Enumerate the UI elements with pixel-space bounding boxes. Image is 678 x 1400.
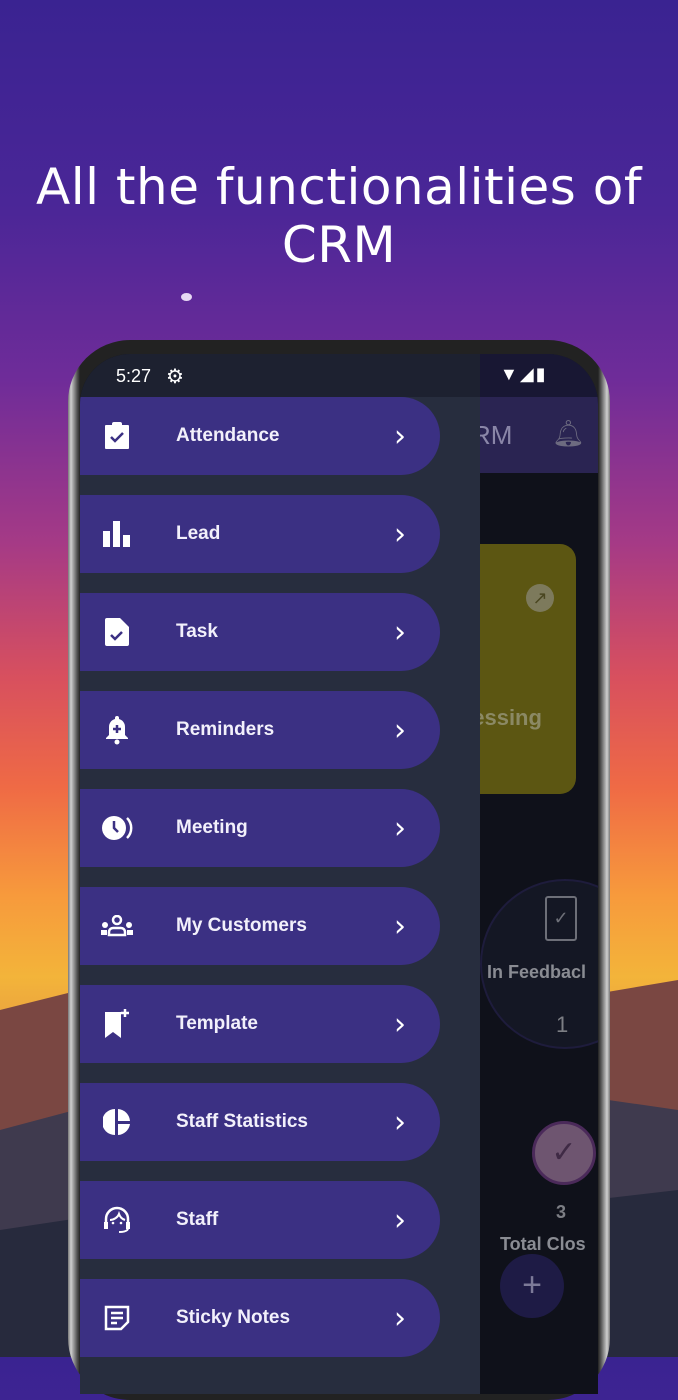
drawer-item-label: Sticky Notes (176, 1307, 291, 1328)
chevron-right-icon: › (394, 1104, 406, 1140)
drawer-item-sticky-notes[interactable]: Sticky Notes › (80, 1279, 440, 1357)
drawer-item-label: Staff (176, 1209, 219, 1230)
chevron-right-icon: › (394, 1006, 406, 1042)
check-icon: ✓ (532, 1121, 596, 1185)
wifi-icon: ▼ (500, 364, 520, 384)
drawer-item-label: Attendance (176, 425, 280, 446)
drawer-item-lead[interactable]: Lead › (80, 495, 440, 573)
chevron-right-icon: › (394, 908, 406, 944)
drawer-item-staff[interactable]: Staff › (80, 1181, 440, 1259)
group-icon (100, 909, 134, 943)
decorative-dot (181, 293, 192, 301)
feedback-label: In Feedbacl (487, 962, 587, 982)
chevron-right-icon: › (394, 418, 406, 454)
battery-icon: ▮ (535, 364, 548, 384)
chevron-right-icon: › (394, 1202, 406, 1238)
clipboard-check-icon (100, 419, 134, 453)
chevron-right-icon: › (394, 614, 406, 650)
drawer-item-label: Lead (176, 523, 221, 544)
bell-plus-icon (100, 713, 134, 747)
drawer-item-staff-statistics[interactable]: Staff Statistics › (80, 1083, 440, 1161)
drawer-item-label: Reminders (176, 719, 275, 740)
signal-icon: ◢ (519, 364, 536, 384)
closed-count: 3 (556, 1202, 567, 1222)
add-button[interactable]: + (500, 1254, 564, 1318)
bookmark-plus-icon (100, 1007, 134, 1041)
file-check-icon (100, 615, 134, 649)
status-time: 5:27 (116, 366, 152, 386)
chevron-right-icon: › (394, 810, 406, 846)
drawer-item-label: Task (176, 621, 218, 642)
arrow-up-right-icon[interactable]: ↗ (526, 584, 554, 612)
drawer-item-attendance[interactable]: Attendance › (80, 397, 440, 475)
headline: All the functionalities of CRM (36, 158, 642, 274)
clipboard-check-icon: ✓ (545, 896, 577, 941)
support-agent-icon (100, 1203, 134, 1237)
drawer-item-task[interactable]: Task › (80, 593, 440, 671)
drawer-item-label: My Customers (176, 915, 307, 936)
navigation-drawer: Attendance › Lead › Task › Reminders › Meeting › M… (80, 397, 480, 1394)
status-bar: 5:27 ⚙ ▼◢▮ (80, 354, 598, 397)
chevron-right-icon: › (394, 712, 406, 748)
drawer-item-label: Meeting (176, 817, 248, 838)
drawer-item-reminders[interactable]: Reminders › (80, 691, 440, 769)
sticky-note-icon (100, 1301, 134, 1335)
drawer-item-label: Template (176, 1013, 259, 1034)
drawer-item-meeting[interactable]: Meeting › (80, 789, 440, 867)
drawer-item-my-customers[interactable]: My Customers › (80, 887, 440, 965)
gear-icon: ⚙ (166, 366, 184, 388)
phone-screen: 5:27 ⚙ ▼◢▮ RM 🔔︎ ↗ cessing d ✓ In Feedba… (80, 354, 598, 1394)
bell-icon[interactable]: 🔔︎ (552, 418, 585, 449)
drawer-item-template[interactable]: Template › (80, 985, 440, 1063)
bar-chart-icon (100, 517, 134, 551)
chevron-right-icon: › (394, 516, 406, 552)
chevron-right-icon: › (394, 1300, 406, 1336)
clock-icon (100, 811, 134, 845)
phone-frame: 5:27 ⚙ ▼◢▮ RM 🔔︎ ↗ cessing d ✓ In Feedba… (68, 340, 610, 1400)
pie-chart-icon (100, 1105, 134, 1139)
feedback-count: 1 (556, 1012, 569, 1037)
drawer-item-label: Staff Statistics (176, 1111, 308, 1132)
